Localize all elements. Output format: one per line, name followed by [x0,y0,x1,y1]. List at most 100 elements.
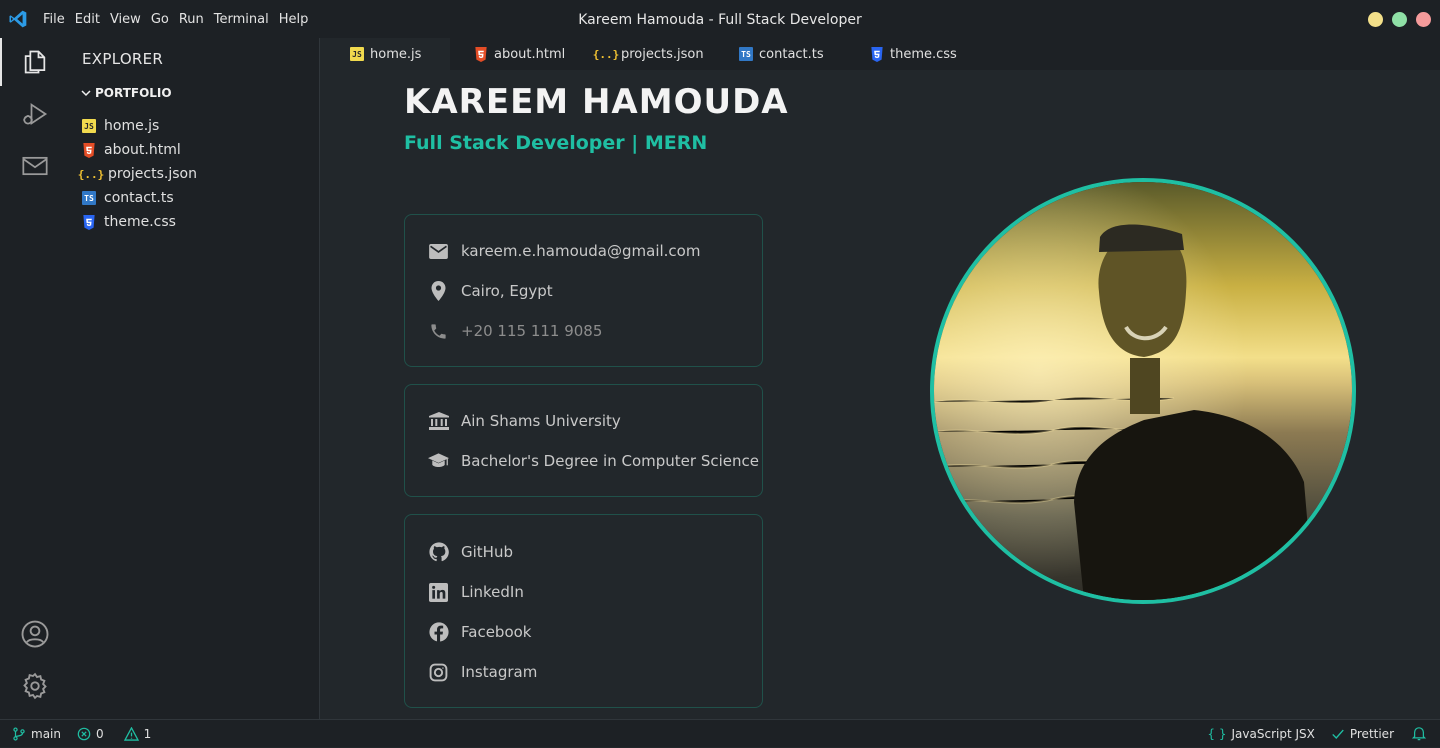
prettier-status[interactable]: Prettier [1331,720,1394,748]
js-file-icon: JS [350,47,364,61]
menu-edit[interactable]: Edit [70,0,105,38]
accounts-button[interactable] [0,610,70,658]
phone-text: +20 115 111 9085 [461,322,603,340]
menu-view[interactable]: View [105,0,146,38]
github-link[interactable]: GitHub [428,532,762,572]
folder-label: PORTFOLIO [95,86,172,100]
profile-name: KAREEM HAMOUDA [404,82,789,122]
branch-indicator[interactable]: main [12,720,61,748]
menu-file[interactable]: File [38,0,70,38]
activity-bar [0,38,70,719]
account-icon [21,620,49,648]
language-label: JavaScript JSX [1231,726,1315,741]
github-label: GitHub [461,543,513,561]
menu-run[interactable]: Run [174,0,209,38]
file-item-home-js[interactable]: JS home.js [82,114,197,138]
mail-activity-button[interactable] [0,142,70,190]
linkedin-icon [428,582,449,603]
errors-indicator[interactable]: 0 [77,720,104,748]
file-item-about-html[interactable]: about.html [82,138,197,162]
close-button[interactable] [1416,12,1431,27]
menu-terminal[interactable]: Terminal [209,0,274,38]
phone-row[interactable]: +20 115 111 9085 [428,311,762,351]
file-item-theme-css[interactable]: theme.css [82,210,197,234]
chevron-down-icon [81,90,91,97]
tab-label: projects.json [621,46,704,62]
run-debug-icon [23,103,48,125]
ts-file-icon: TS [82,191,96,205]
warning-icon [123,726,139,741]
folder-portfolio[interactable]: PORTFOLIO [80,86,172,100]
language-mode[interactable]: { } JavaScript JSX [1207,720,1314,748]
tab-projects-json[interactable]: {..} projects.json [573,38,715,70]
instagram-link[interactable]: Instagram [428,652,762,692]
phone-icon [428,321,449,342]
explorer-sidebar: EXPLORER PORTFOLIO JS home.js about.html… [70,38,320,719]
tab-label: home.js [370,46,422,62]
title-bar: File Edit View Go Run Terminal Help Kare… [0,0,1440,38]
maximize-button[interactable] [1392,12,1407,27]
html-file-icon [475,46,487,62]
file-tree: JS home.js about.html {..} projects.json… [77,114,197,234]
run-debug-activity-button[interactable] [0,90,70,138]
file-label: projects.json [108,166,197,182]
minimize-button[interactable] [1368,12,1383,27]
file-item-contact-ts[interactable]: TS contact.ts [82,186,197,210]
json-file-icon: {..} [77,167,105,181]
university-icon [428,411,449,432]
tab-label: contact.ts [759,46,824,62]
linkedin-link[interactable]: LinkedIn [428,572,762,612]
instagram-icon [428,662,449,683]
file-label: about.html [104,142,181,158]
prettier-label: Prettier [1349,726,1394,741]
notifications-button[interactable] [1412,720,1426,748]
instagram-label: Instagram [461,663,538,681]
window-controls [1368,12,1431,27]
graduation-cap-icon [428,451,449,472]
files-icon [24,50,46,74]
warnings-indicator[interactable]: 1 [123,720,152,748]
css-file-icon [83,214,95,230]
error-icon [77,727,91,740]
explorer-activity-button[interactable] [0,38,70,86]
file-label: theme.css [104,214,176,230]
facebook-icon [428,622,449,643]
linkedin-label: LinkedIn [461,583,524,601]
github-icon [428,542,449,563]
braces-icon: { } [1207,726,1227,741]
tab-contact-ts[interactable]: TS contact.ts [715,38,846,70]
editor-area: KAREEM HAMOUDA Full Stack Developer | ME… [320,70,1440,719]
email-text: kareem.e.hamouda@gmail.com [461,242,701,260]
degree-text: Bachelor's Degree in Computer Science [461,452,759,470]
email-row[interactable]: kareem.e.hamouda@gmail.com [428,231,762,271]
settings-button[interactable] [0,662,70,710]
menu-bar: File Edit View Go Run Terminal Help [38,0,313,38]
tab-label: about.html [494,46,566,62]
menu-go[interactable]: Go [146,0,174,38]
location-text: Cairo, Egypt [461,282,553,300]
editor-tabs: JS home.js about.html {..} projects.json… [320,38,1440,70]
gear-icon [23,672,47,700]
tab-label: theme.css [890,46,957,62]
education-card: Ain Shams University Bachelor's Degree i… [404,384,763,497]
errors-count: 0 [95,726,104,741]
facebook-link[interactable]: Facebook [428,612,762,652]
warnings-count: 1 [143,726,152,741]
file-label: home.js [104,118,160,134]
explorer-title: EXPLORER [82,50,164,68]
active-indicator [0,38,2,86]
status-bar: main 0 1 { } JavaScript JSX Prettier [0,719,1440,747]
file-item-projects-json[interactable]: {..} projects.json [77,162,197,186]
tab-home-js[interactable]: JS home.js [320,38,450,70]
tab-theme-css[interactable]: theme.css [846,38,976,70]
menu-help[interactable]: Help [274,0,314,38]
branch-name: main [31,726,61,741]
check-icon [1332,729,1344,739]
css-file-icon [871,46,883,62]
degree-row: Bachelor's Degree in Computer Science [428,441,762,481]
file-label: contact.ts [104,190,174,206]
profile-role: Full Stack Developer | MERN [404,132,708,154]
git-branch-icon [13,726,25,741]
profile-photo [930,178,1356,604]
tab-about-html[interactable]: about.html [450,38,573,70]
